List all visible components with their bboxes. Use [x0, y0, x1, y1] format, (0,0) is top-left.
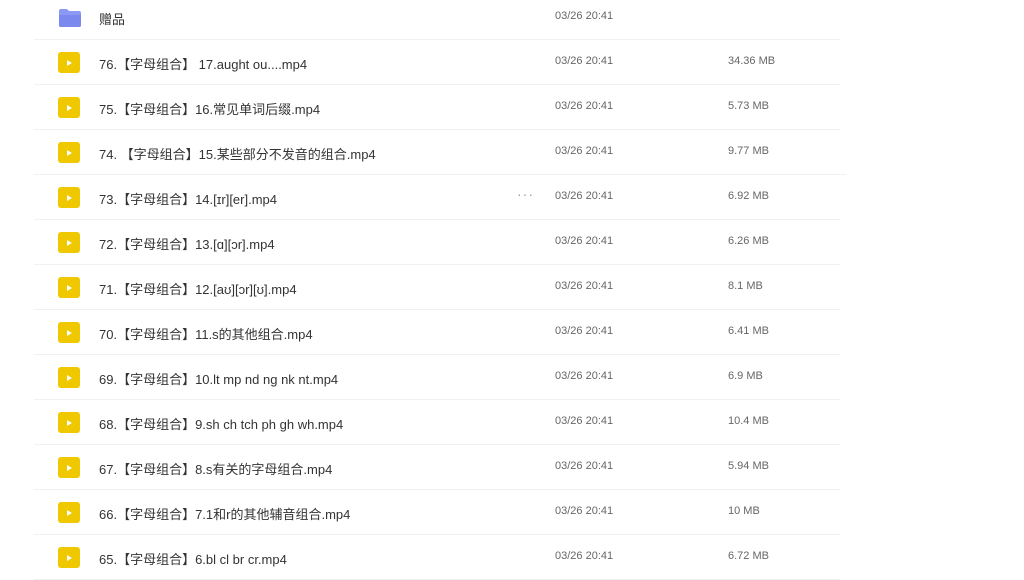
- file-name: 73.【字母组合】14.[ɪr][er].mp4: [99, 192, 278, 207]
- file-name: 75.【字母组合】16.常见单词后缀.mp4: [99, 102, 321, 117]
- video-file-icon: [58, 457, 80, 478]
- video-file-icon: [58, 97, 80, 118]
- video-file-icon: [58, 232, 80, 253]
- video-file-icon: [58, 412, 80, 433]
- file-size: 8.1 MB: [728, 280, 763, 292]
- file-date: 03/26 20:41: [555, 325, 614, 337]
- file-name: 65.【字母组合】6.bl cl br cr.mp4: [99, 552, 287, 567]
- file-date: 03/26 20:41: [555, 145, 614, 157]
- file-date: 03/26 20:41: [555, 55, 614, 67]
- file-row[interactable]: 74. 【字母组合】15.某些部分不发音的组合.mp4 03/26 20:41 …: [34, 130, 846, 175]
- file-name: 68.【字母组合】9.sh ch tch ph gh wh.mp4: [99, 417, 344, 432]
- file-name: 72.【字母组合】13.[ɑ][ɔr].mp4: [99, 237, 275, 252]
- file-row[interactable]: 69.【字母组合】10.lt mp nd ng nk nt.mp4 03/26 …: [34, 355, 840, 400]
- video-file-icon: [58, 367, 80, 388]
- video-file-icon: [58, 52, 80, 73]
- file-date: 03/26 20:41: [555, 415, 614, 427]
- video-file-icon: [58, 187, 80, 208]
- video-file-icon: [58, 547, 80, 568]
- file-date: 03/26 20:41: [555, 235, 614, 247]
- video-file-icon: [58, 277, 80, 298]
- file-name: 67.【字母组合】8.s有关的字母组合.mp4: [99, 462, 333, 477]
- file-name: 76.【字母组合】 17.aught ou....mp4: [99, 57, 308, 72]
- file-size: 6.9 MB: [728, 370, 763, 382]
- file-size: 10.4 MB: [728, 415, 769, 427]
- file-size: 6.26 MB: [728, 235, 769, 247]
- folder-icon: [58, 7, 81, 28]
- file-name: 69.【字母组合】10.lt mp nd ng nk nt.mp4: [99, 372, 339, 387]
- file-size: 6.72 MB: [728, 550, 769, 562]
- file-row[interactable]: 76.【字母组合】 17.aught ou....mp4 03/26 20:41…: [34, 40, 840, 85]
- file-size: 5.94 MB: [728, 460, 769, 472]
- file-date: 03/26 20:41: [555, 370, 614, 382]
- video-file-icon: [58, 502, 80, 523]
- file-size: 6.41 MB: [728, 325, 769, 337]
- file-row[interactable]: 70.【字母组合】11.s的其他组合.mp4 03/26 20:41 6.41 …: [34, 310, 840, 355]
- file-row[interactable]: 68.【字母组合】9.sh ch tch ph gh wh.mp4 03/26 …: [34, 400, 840, 445]
- file-name: 70.【字母组合】11.s的其他组合.mp4: [99, 327, 313, 342]
- file-date: 03/26 20:41: [555, 280, 614, 292]
- file-size: 34.36 MB: [728, 55, 776, 67]
- video-file-icon: [58, 322, 80, 343]
- file-row-hovered[interactable]: 73.【字母组合】14.[ɪr][er].mp4 ··· 03/26 20:41…: [34, 175, 840, 220]
- file-row-folder[interactable]: 赠品 03/26 20:41: [34, 0, 840, 40]
- file-size: 9.77 MB: [728, 145, 769, 157]
- file-row[interactable]: 75.【字母组合】16.常见单词后缀.mp4 03/26 20:41 5.73 …: [34, 85, 840, 130]
- file-row[interactable]: 67.【字母组合】8.s有关的字母组合.mp4 03/26 20:41 5.94…: [34, 445, 840, 490]
- file-date: 03/26 20:41: [555, 550, 614, 562]
- file-row[interactable]: 66.【字母组合】7.1和r的其他辅音组合.mp4 03/26 20:41 10…: [34, 490, 840, 535]
- file-date: 03/26 20:41: [555, 190, 614, 202]
- file-name: 71.【字母组合】12.[aʊ][ɔr][ʊ].mp4: [99, 282, 297, 297]
- file-date: 03/26 20:41: [555, 10, 614, 22]
- file-size: 10 MB: [728, 505, 760, 517]
- file-date: 03/26 20:41: [555, 460, 614, 472]
- file-date: 03/26 20:41: [555, 100, 614, 112]
- more-options-icon[interactable]: ···: [517, 186, 534, 202]
- file-row[interactable]: 72.【字母组合】13.[ɑ][ɔr].mp4 03/26 20:41 6.26…: [34, 220, 840, 265]
- file-size: 5.73 MB: [728, 100, 769, 112]
- file-row[interactable]: 65.【字母组合】6.bl cl br cr.mp4 03/26 20:41 6…: [34, 535, 840, 580]
- video-file-icon: [58, 142, 80, 163]
- file-row[interactable]: 71.【字母组合】12.[aʊ][ɔr][ʊ].mp4 03/26 20:41 …: [34, 265, 840, 310]
- file-name: 74. 【字母组合】15.某些部分不发音的组合.mp4: [99, 147, 376, 162]
- file-size: 6.92 MB: [728, 190, 769, 202]
- file-name: 66.【字母组合】7.1和r的其他辅音组合.mp4: [99, 507, 351, 522]
- file-date: 03/26 20:41: [555, 505, 614, 517]
- file-name: 赠品: [99, 12, 126, 27]
